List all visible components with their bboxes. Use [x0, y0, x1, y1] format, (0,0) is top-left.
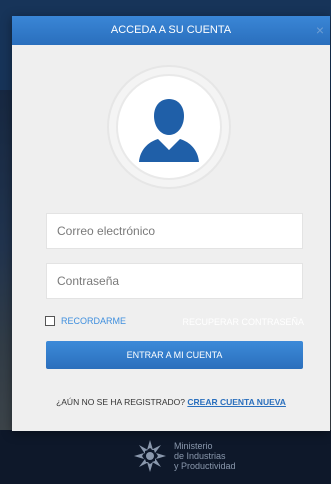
ministry-line-2: de Industrias [174, 451, 226, 461]
email-placeholder: Correo electrónico [57, 224, 156, 238]
remember-checkbox[interactable] [45, 316, 55, 326]
login-button[interactable]: ENTRAR A MI CUENTA [46, 341, 303, 369]
recover-password-link[interactable]: RECUPERAR CONTRASEÑA [182, 317, 304, 327]
email-field[interactable]: Correo electrónico [46, 213, 303, 249]
register-prompt: ¿AÚN NO SE HA REGISTRADO? CREAR CUENTA N… [12, 397, 330, 407]
ministry-line-1: Ministerio [174, 441, 213, 451]
modal-title: ACCEDA A SU CUENTA [110, 24, 232, 36]
register-prompt-text: ¿AÚN NO SE HA REGISTRADO? [56, 397, 186, 407]
create-account-link[interactable]: CREAR CUENTA NUEVA [187, 397, 286, 407]
password-field[interactable]: Contraseña [46, 263, 303, 299]
user-avatar-icon [107, 65, 231, 189]
password-placeholder: Contraseña [57, 274, 120, 288]
login-modal: ACCEDA A SU CUENTA × Correo electrónico … [12, 16, 330, 431]
remember-label[interactable]: RECORDARME [61, 316, 126, 326]
ministry-name: Ministerio de Industrias y Productividad [174, 441, 236, 471]
ministry-logo-icon [134, 440, 166, 472]
modal-header: ACCEDA A SU CUENTA × [12, 16, 330, 45]
close-icon[interactable]: × [316, 16, 324, 45]
remember-me[interactable]: RECORDARME [45, 316, 126, 326]
ministry-line-3: y Productividad [174, 461, 236, 471]
